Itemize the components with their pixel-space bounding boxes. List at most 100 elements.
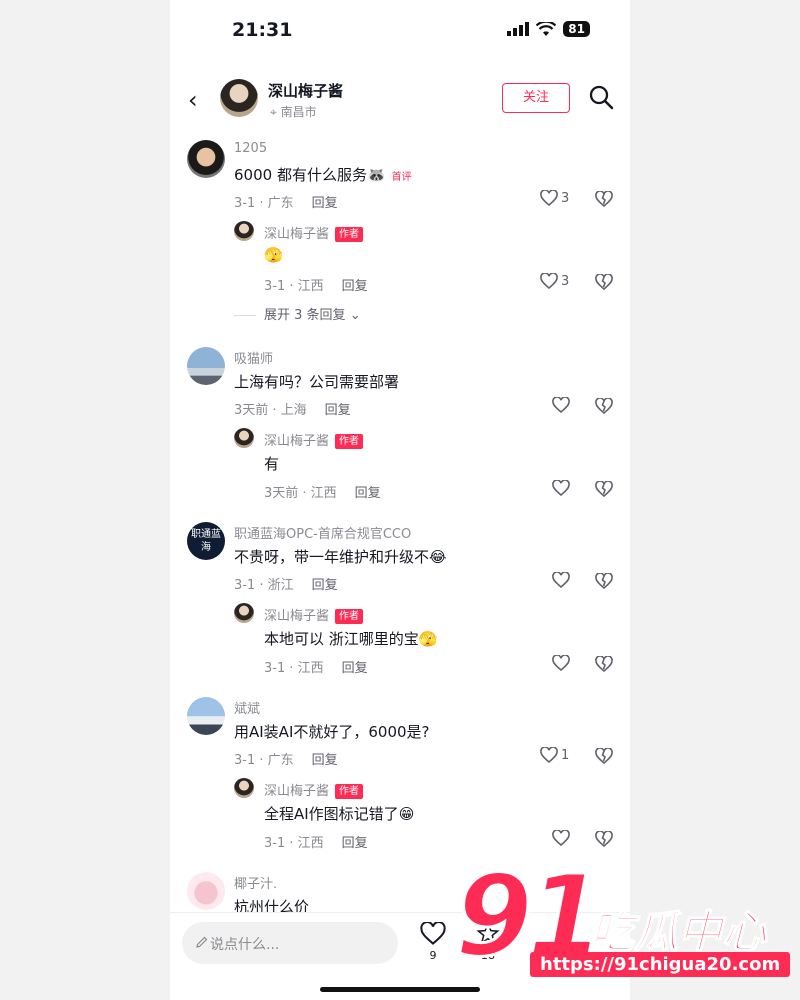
like-button[interactable]: 1 [540,747,569,763]
comment-input-placeholder: 说点什么... [210,937,280,953]
reply-button[interactable]: 回复 [312,753,338,768]
reply-username[interactable]: 深山梅子酱 作者 [264,223,364,242]
heart-icon [540,273,558,289]
heart-icon [552,397,570,413]
comment-username[interactable]: 1205 [234,141,267,156]
reply-button[interactable]: 回复 [342,279,368,294]
broken-heart-icon[interactable] [595,748,613,764]
reply-username[interactable]: 深山梅子酱 作者 [264,780,364,799]
reply-date-location: 3天前 · 江西 [264,486,337,501]
watermark: 91 吃瓜中心 https://91chigua20.com [454,851,791,990]
like-button[interactable] [552,830,573,846]
comment-date-location: 3-1 · 浙江 [234,578,294,593]
reply-button[interactable]: 回复 [325,403,351,418]
reply-button[interactable]: 回复 [342,661,368,676]
reply-button[interactable]: 回复 [312,196,338,211]
status-bar: 21:31 81 [170,0,630,60]
heart-icon [552,830,570,846]
like-button[interactable] [552,397,573,413]
heart-icon [540,190,558,206]
reply-username-text: 深山梅子酱 [264,784,330,799]
reply-button[interactable]: 回复 [342,836,368,851]
reply-date-location: 3-1 · 江西 [264,661,324,676]
comment-text: 不贵呀，带一年维护和升级不😂 [234,546,447,567]
like-button[interactable] [552,572,573,588]
avatar[interactable] [234,221,254,241]
phone-screen: 21:31 81 ‹ 深山梅子酱 ⌖ 南昌市 关注 1205 6000 都有什么… [170,0,630,1000]
reply-date-location: 3-1 · 江西 [264,836,324,851]
reply-button[interactable]: 回复 [355,486,381,501]
comment-username[interactable]: 职通蓝海OPC-首席合规官CCO [234,523,411,542]
first-comment-badge: 首评 [391,172,412,183]
status-icons: 81 [507,21,590,37]
comment-meta: 3天前 · 上海 回复 [234,399,351,418]
battery-level: 81 [563,21,590,37]
avatar[interactable] [234,778,254,798]
reply-text: 本地可以 浙江哪里的宝🫣 [264,628,437,649]
like-button[interactable]: 3 [540,190,569,206]
author-badge: 作者 [335,609,364,624]
broken-heart-icon[interactable] [595,481,613,497]
reply-username[interactable]: 深山梅子酱 作者 [264,605,364,624]
like-button[interactable] [552,480,573,496]
pencil-icon [196,936,208,948]
reply-username-text: 深山梅子酱 [264,227,330,242]
comment-date-location: 3天前 · 上海 [234,403,307,418]
chevron-down-icon: ⌄ [349,308,361,323]
reply-meta: 3-1 · 江西 回复 [264,832,368,851]
like-count: 1 [561,747,570,763]
broken-heart-icon[interactable] [595,831,613,847]
emoji: 🫣 [418,630,438,648]
avatar[interactable] [234,428,254,448]
avatar[interactable] [234,603,254,623]
heart-icon [552,572,570,588]
like-count: 9 [429,949,437,962]
comment-text-content: 6000 都有什么服务 [234,166,367,184]
like-button[interactable]: 3 [540,273,569,289]
broken-heart-icon[interactable] [595,656,613,672]
avatar[interactable] [220,79,258,117]
reply-text-content: 本地可以 浙江哪里的宝 [264,630,419,648]
comment-date-location: 3-1 · 广东 [234,753,294,768]
avatar[interactable] [187,697,225,735]
comment-meta: 3-1 · 广东 回复 [234,749,338,768]
comment-input[interactable]: 说点什么... [182,922,398,964]
avatar[interactable] [187,347,225,385]
reply-text: 全程AI作图标记错了😁 [264,803,414,824]
like-button[interactable]: 9 [420,921,446,962]
author-badge: 作者 [335,434,364,449]
comment-text: 用AI装AI不就好了，6000是? [234,723,430,741]
location-pin-icon: ⌖ [270,105,277,119]
reply-username[interactable]: 深山梅子酱 作者 [264,430,364,449]
reply-button[interactable]: 回复 [312,578,338,593]
watermark-url: https://91chigua20.com [530,952,791,977]
emoji: 😁 [398,805,415,823]
chevron-left-icon[interactable]: ‹ [188,86,198,114]
expand-replies-label: 展开 3 条回复 [264,308,346,323]
broken-heart-icon[interactable] [595,398,613,414]
comment-text: 上海有吗？公司需要部署 [234,373,400,391]
comment-username[interactable]: 斌斌 [234,698,260,717]
emoji: 😂 [429,548,447,566]
comment-date-location: 3-1 · 广东 [234,196,294,211]
avatar[interactable] [187,140,225,178]
heart-icon [552,655,570,671]
heart-icon [420,921,446,945]
comment-username[interactable]: 吸猫师 [234,348,273,367]
search-icon[interactable] [588,84,614,110]
follow-button[interactable]: 关注 [502,83,570,113]
avatar[interactable] [187,872,225,910]
like-count: 3 [561,190,570,206]
comment-meta: 3-1 · 浙江 回复 [234,574,338,593]
author-location: ⌖ 南昌市 [270,103,317,120]
broken-heart-icon[interactable] [595,573,613,589]
avatar[interactable]: 职通蓝海 [187,522,225,560]
reply-username-text: 深山梅子酱 [264,609,330,624]
comment-username[interactable]: 椰子汁. [234,873,277,892]
author-name[interactable]: 深山梅子酱 [268,80,343,101]
like-button[interactable] [552,655,573,671]
broken-heart-icon[interactable] [595,191,613,207]
author-badge: 作者 [335,227,364,242]
expand-replies-button[interactable]: 展开 3 条回复 ⌄ [264,304,361,323]
broken-heart-icon[interactable] [595,274,613,290]
